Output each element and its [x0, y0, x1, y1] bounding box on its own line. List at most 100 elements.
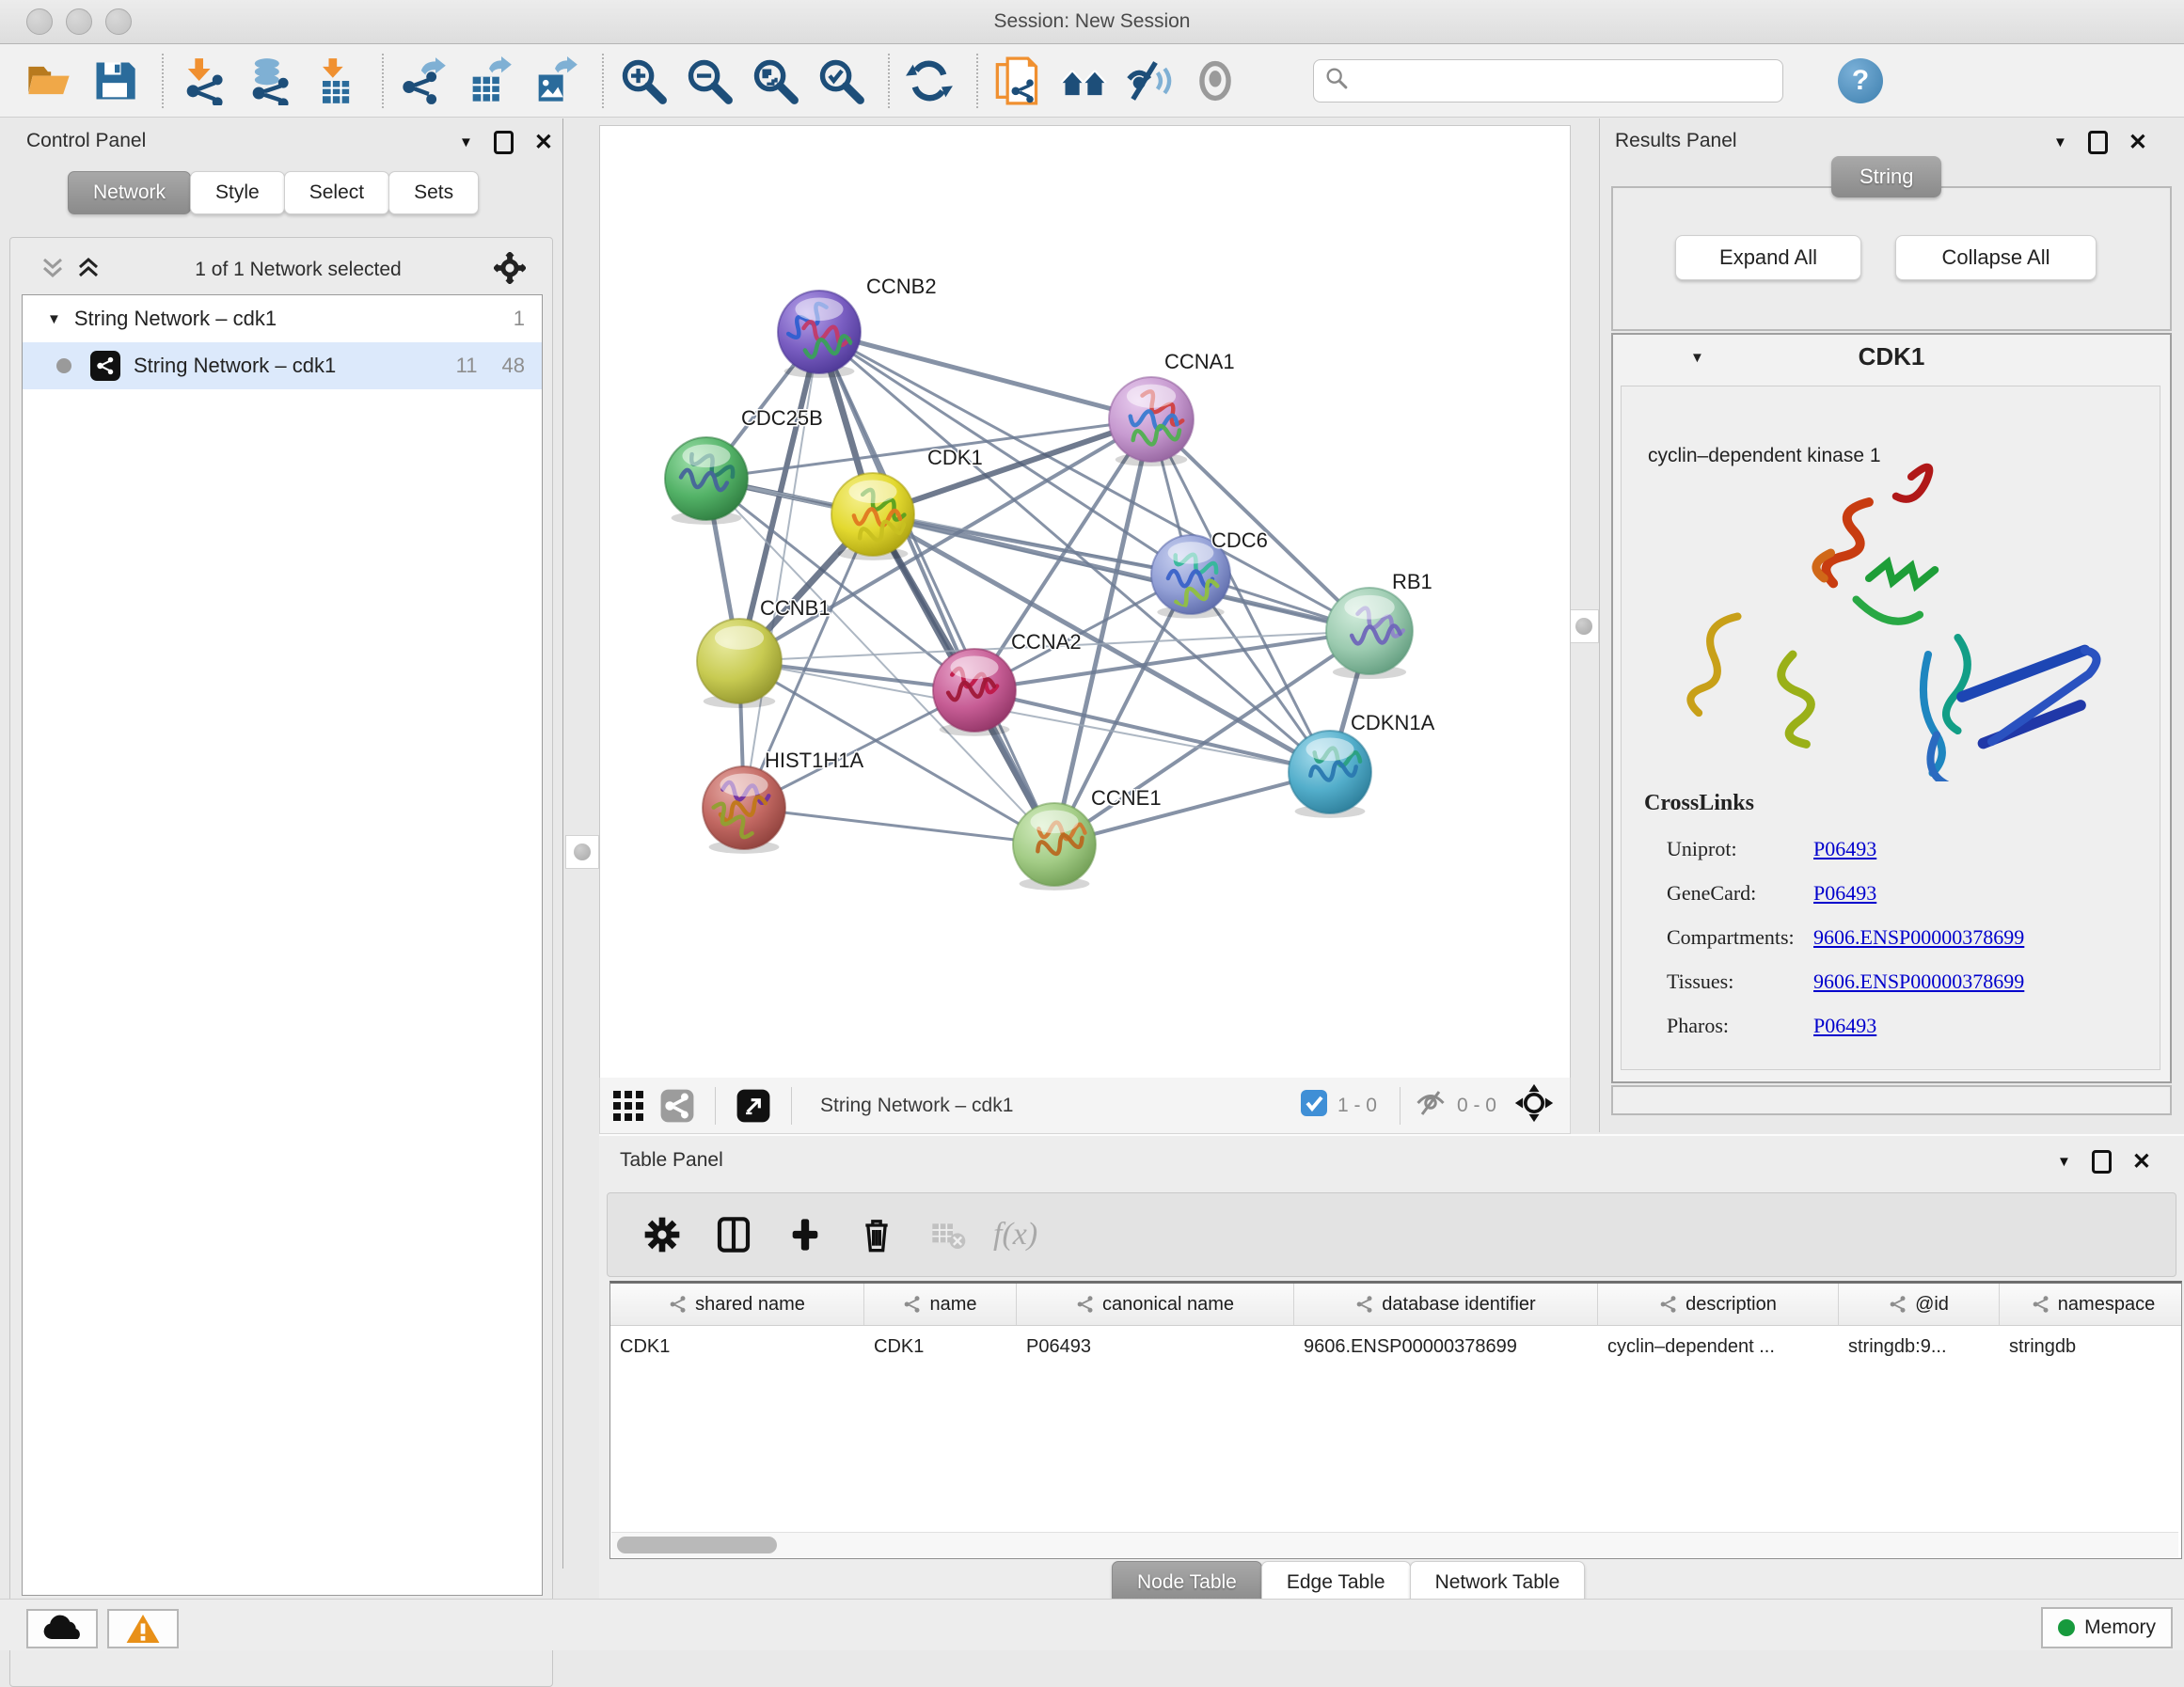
network-node-CCNB1[interactable]	[697, 619, 782, 708]
network-node-CCNB2[interactable]	[778, 291, 861, 378]
tab-style[interactable]: Style	[190, 171, 285, 214]
gear-icon[interactable]	[494, 252, 526, 289]
column-header-shared-name[interactable]: shared name	[610, 1284, 864, 1325]
export-image-icon[interactable]	[530, 56, 579, 105]
network-edge[interactable]	[744, 332, 819, 808]
collapse-all-button[interactable]: Collapse All	[1895, 235, 2097, 280]
expand-all-button[interactable]: Expand All	[1675, 235, 1861, 280]
zoom-in-icon[interactable]	[619, 56, 668, 105]
open-in-new-window-icon[interactable]	[733, 1080, 774, 1132]
column-header-namespace[interactable]: namespace	[2000, 1284, 2182, 1325]
tab-string[interactable]: String	[1831, 156, 1941, 197]
open-file-icon[interactable]	[24, 56, 73, 105]
network-node-CCNA1[interactable]	[1109, 377, 1194, 466]
collapse-arrow-icon[interactable]: ▼	[47, 311, 61, 327]
column-header-database-identifier[interactable]: database identifier	[1294, 1284, 1598, 1325]
column-header--id[interactable]: @id	[1839, 1284, 2000, 1325]
gear-icon[interactable]	[636, 1208, 688, 1261]
houses-icon[interactable]	[1059, 56, 1108, 105]
save-icon[interactable]	[90, 56, 139, 105]
left-splitter-handle[interactable]	[565, 835, 599, 869]
crosslink-link[interactable]: P06493	[1813, 881, 1876, 906]
column-header-name[interactable]: name	[864, 1284, 1017, 1325]
eye-icon[interactable]	[1191, 56, 1240, 105]
toolbar-separator	[888, 54, 890, 108]
table-toolbar: f(x)	[607, 1192, 2176, 1277]
selected-checkbox-icon[interactable]	[1300, 1089, 1328, 1122]
network-edge[interactable]	[974, 690, 1330, 772]
network-node-CCNE1[interactable]	[1013, 803, 1096, 891]
tab-network[interactable]: Network	[68, 171, 191, 214]
panel-close-icon[interactable]: ✕	[2129, 134, 2147, 151]
export-table-icon[interactable]	[465, 56, 514, 105]
crosslink-link[interactable]: P06493	[1813, 837, 1876, 861]
table-body: CDK1CDK1P064939606.ENSP00000378699cyclin…	[610, 1326, 2181, 1367]
table-row[interactable]: CDK1CDK1P064939606.ENSP00000378699cyclin…	[610, 1326, 2181, 1367]
refresh-layout-icon[interactable]	[905, 56, 954, 105]
import-table-icon[interactable]	[310, 56, 359, 105]
zoom-selected-icon[interactable]	[816, 56, 865, 105]
glasses-slash-icon[interactable]	[1125, 56, 1174, 105]
memory-button[interactable]: Memory	[2041, 1607, 2173, 1648]
import-network-file-icon[interactable]	[179, 56, 228, 105]
network-status-dot	[56, 358, 71, 373]
grid-view-icon[interactable]	[609, 1080, 647, 1132]
network-canvas[interactable]: CCNB2CCNA1CDC25BCDK1CDC6RB1CCNB1CCNA2CDK…	[599, 125, 1571, 1079]
delete-column-icon[interactable]	[850, 1208, 903, 1261]
crosslink-link[interactable]: P06493	[1813, 1014, 1876, 1038]
crosslink-row: Pharos:P06493	[1667, 1003, 2146, 1048]
collapse-all-networks-icon[interactable]	[39, 254, 67, 287]
control-panel-title: Control Panel	[26, 130, 146, 152]
right-splitter-handle[interactable]	[1569, 609, 1599, 643]
network-collection-row[interactable]: ▼ String Network – cdk1 1	[23, 295, 542, 342]
show-columns-icon[interactable]	[707, 1208, 760, 1261]
panel-float-icon[interactable]: ▼	[459, 134, 473, 150]
clone-network-icon[interactable]	[993, 56, 1042, 105]
search-field[interactable]	[1313, 59, 1783, 102]
crosslink-link[interactable]: 9606.ENSP00000378699	[1813, 970, 2024, 994]
search-input[interactable]	[1350, 69, 1758, 92]
network-node-RB1[interactable]	[1326, 588, 1413, 679]
network-node-CDKN1A[interactable]	[1289, 731, 1371, 818]
network-node-CDC25B[interactable]	[665, 437, 748, 525]
panel-close-icon[interactable]: ✕	[2132, 1153, 2151, 1171]
network-node-CCNA2[interactable]	[933, 649, 1016, 736]
function-builder-icon: f(x)	[993, 1217, 1037, 1253]
birdseye-crosshair-icon[interactable]	[1513, 1082, 1555, 1128]
expand-all-networks-icon[interactable]	[74, 254, 103, 287]
panel-float-icon[interactable]: ▼	[2053, 134, 2067, 150]
search-icon	[1323, 65, 1350, 96]
table-cell: CDK1	[610, 1326, 864, 1367]
results-panel-title: Results Panel	[1615, 130, 1737, 152]
node-label: CDKN1A	[1351, 711, 1435, 734]
panel-undock-icon[interactable]	[2092, 1150, 2112, 1174]
table-cell: stringdb:9...	[1839, 1326, 2000, 1367]
network-row[interactable]: String Network – cdk1 11 48	[23, 342, 542, 389]
panel-undock-icon[interactable]	[494, 131, 514, 154]
horizontal-scrollbar[interactable]	[611, 1532, 2178, 1557]
help-icon[interactable]: ?	[1838, 58, 1883, 103]
add-column-icon[interactable]	[779, 1208, 831, 1261]
network-node-HIST1H1A[interactable]	[703, 766, 785, 854]
panel-close-icon[interactable]: ✕	[534, 134, 553, 151]
panel-undock-icon[interactable]	[2088, 131, 2108, 154]
network-edge[interactable]	[819, 332, 1369, 631]
crosslink-link[interactable]: 9606.ENSP00000378699	[1813, 925, 2024, 950]
column-header-description[interactable]: description	[1598, 1284, 1839, 1325]
network-edge[interactable]	[744, 808, 1054, 844]
tab-select[interactable]: Select	[284, 171, 389, 214]
tab-sets[interactable]: Sets	[388, 171, 479, 214]
panel-float-icon[interactable]: ▼	[2057, 1154, 2071, 1170]
column-header-canonical-name[interactable]: canonical name	[1017, 1284, 1294, 1325]
cloud-button[interactable]	[26, 1609, 98, 1648]
export-network-icon[interactable]	[399, 56, 448, 105]
network-share-icon[interactable]	[657, 1080, 698, 1132]
zoom-fit-icon[interactable]	[751, 56, 799, 105]
node-label: CCNE1	[1091, 786, 1162, 810]
import-network-database-icon[interactable]	[245, 56, 293, 105]
hidden-eye-slash-icon[interactable]	[1414, 1086, 1448, 1125]
network-graph[interactable]: CCNB2CCNA1CDC25BCDK1CDC6RB1CCNB1CCNA2CDK…	[600, 126, 1570, 1078]
scrollbar-thumb[interactable]	[617, 1537, 777, 1553]
zoom-out-icon[interactable]	[685, 56, 734, 105]
warning-button[interactable]	[107, 1609, 179, 1648]
